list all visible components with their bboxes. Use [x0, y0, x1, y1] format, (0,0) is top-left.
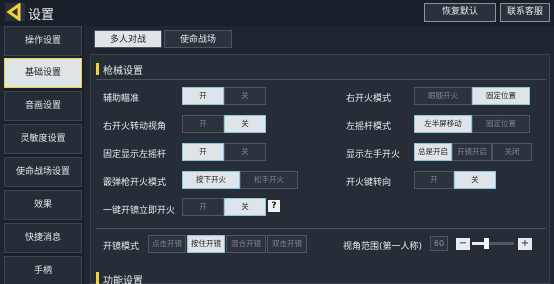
sidebar-item-controller[interactable]: 手柄	[4, 256, 82, 284]
sidebar-item-quick-messages[interactable]: 快捷消息	[4, 223, 82, 253]
show-left-fire-label: 显示左手开火	[346, 150, 401, 160]
show-left-stick-on-toggle[interactable]: 开	[182, 143, 224, 161]
left-stick-mode-label: 左摇杆模式	[346, 122, 392, 132]
section-title-function: 功能设置	[103, 276, 143, 284]
fire-key-turn-label: 开火键转向	[346, 178, 392, 188]
section-accent-bar	[96, 63, 99, 75]
left-stick-fixed-toggle[interactable]: 固定位置	[472, 115, 530, 133]
tab-battle-royale[interactable]: 使命战场	[164, 30, 232, 48]
aim-assist-label: 辅助瞄准	[103, 94, 140, 104]
contact-support-button[interactable]: 联系客服	[500, 3, 550, 22]
left-fire-off-toggle[interactable]: 关闭	[492, 143, 532, 161]
right-fire-mode-label: 右开火模式	[346, 94, 392, 104]
sidebar-item-audio-video[interactable]: 音画设置	[4, 91, 82, 121]
shotgun-fire-release-toggle[interactable]: 松手开火	[240, 171, 298, 189]
fov-value: 60	[430, 236, 448, 251]
ads-turn-on-toggle[interactable]: 开	[182, 115, 224, 133]
aim-assist-off-toggle[interactable]: 关	[224, 87, 266, 105]
sidebar-item-basic[interactable]: 基础设置	[4, 58, 82, 88]
shotgun-fire-label: 霰弹枪开火模式	[103, 178, 167, 188]
quick-scope-off-toggle[interactable]: 关	[224, 198, 266, 216]
quick-scope-label: 一键开镜立即开火	[103, 206, 176, 216]
page-title: 设置	[28, 8, 55, 23]
scope-mode-double-toggle[interactable]: 双击开镜	[267, 235, 307, 253]
aim-assist-on-toggle[interactable]: 开	[182, 87, 224, 105]
ads-turn-off-toggle[interactable]: 关	[224, 115, 266, 133]
ads-turn-label: 右开火转动视角	[103, 122, 167, 132]
help-icon[interactable]: ?	[268, 200, 280, 212]
section-divider-2	[96, 228, 546, 229]
scope-mode-hybrid-toggle[interactable]: 混合开镜	[226, 235, 266, 253]
tab-multiplayer[interactable]: 多人对战	[94, 30, 162, 48]
section-divider	[96, 79, 546, 80]
sidebar-item-battle-royale[interactable]: 使命战场设置	[4, 157, 82, 187]
fire-key-turn-on-toggle[interactable]: 开	[414, 171, 454, 189]
show-left-stick-label: 固定显示左摇杆	[103, 150, 167, 160]
fov-minus-button[interactable]: −	[456, 238, 470, 250]
reset-default-button[interactable]: 恢复默认	[424, 3, 496, 22]
scope-mode-label: 开镜模式	[103, 242, 140, 252]
quick-scope-on-toggle[interactable]: 开	[182, 198, 224, 216]
sidebar-item-sensitivity[interactable]: 灵敏度设置	[4, 124, 82, 154]
sidebar-item-effects[interactable]: 效果	[4, 190, 82, 220]
fov-label: 视角范围(第一人称)	[343, 242, 423, 252]
show-left-stick-off-toggle[interactable]: 关	[224, 143, 266, 161]
section2-accent-bar	[96, 272, 99, 284]
sidebar-item-controls[interactable]: 操作设置	[4, 26, 82, 56]
left-fire-always-toggle[interactable]: 总是开启	[414, 143, 452, 161]
scope-mode-tap-toggle[interactable]: 点击开镜	[148, 235, 186, 253]
fire-key-turn-off-toggle[interactable]: 关	[454, 171, 496, 189]
left-fire-ads-toggle[interactable]: 开镜开启	[452, 143, 492, 161]
section-title-weapon: 枪械设置	[103, 66, 143, 77]
fov-plus-button[interactable]: +	[518, 238, 532, 250]
scope-mode-hold-toggle[interactable]: 按住开镜	[187, 235, 225, 253]
right-fire-fixed-toggle[interactable]: 固定位置	[472, 87, 530, 105]
back-arrow-icon[interactable]	[5, 3, 25, 21]
fov-slider-thumb[interactable]	[484, 238, 489, 249]
right-fire-follow-toggle[interactable]: 跟随开火	[414, 87, 472, 105]
shotgun-fire-press-toggle[interactable]: 按下开火	[182, 171, 240, 189]
left-stick-halfscreen-toggle[interactable]: 左半屏移动	[414, 115, 472, 133]
sidebar: 操作设置 基础设置 音画设置 灵敏度设置 使命战场设置 效果 快捷消息 手柄	[4, 26, 84, 284]
